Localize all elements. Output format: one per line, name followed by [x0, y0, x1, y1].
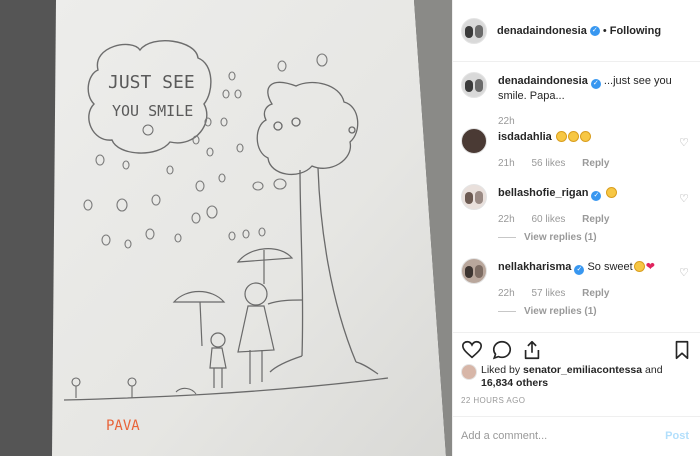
caption-time[interactable]: 22h: [498, 116, 515, 127]
comment-time[interactable]: 21h: [498, 158, 515, 169]
post-comment-button[interactable]: Post: [665, 430, 689, 442]
caption-username[interactable]: denadaindonesia: [498, 75, 588, 87]
likes-mid: and: [642, 364, 663, 376]
comment-body: bellashofie_rigan ✓: [498, 186, 678, 201]
reply-button[interactable]: Reply: [582, 288, 609, 299]
comment-like-heart-icon[interactable]: ♡: [679, 268, 689, 279]
comment-meta: 22h 60 likes Reply: [498, 214, 623, 225]
caption-body: denadaindonesia ✓ ...just see you smile. …: [498, 74, 678, 103]
comment-like-heart-icon[interactable]: ♡: [679, 194, 689, 205]
commenter-username[interactable]: nellakharisma: [498, 261, 571, 273]
separator-dot: •: [602, 24, 607, 37]
comment-row: isdadahlia ♡ 21h 56 likes Reply: [461, 128, 695, 178]
post-timestamp[interactable]: 22 HOURS AGO: [461, 396, 525, 405]
view-replies-button[interactable]: View replies (1): [498, 232, 597, 243]
commenter-username[interactable]: bellashofie_rigan: [498, 187, 588, 199]
view-replies-label[interactable]: View replies (1): [524, 306, 597, 317]
comment-time[interactable]: 22h: [498, 214, 515, 225]
comment-time[interactable]: 22h: [498, 288, 515, 299]
verified-badge-icon: ✓: [591, 191, 602, 201]
frowning-emoji-icon: [605, 187, 617, 198]
add-comment-bar: Add a comment... Post: [453, 416, 700, 456]
replies-line: [498, 311, 516, 312]
view-replies-label[interactable]: View replies (1): [524, 232, 597, 243]
verified-badge-icon: ✓: [574, 265, 585, 275]
verified-badge-icon: ✓: [589, 25, 600, 36]
post-side-panel: denadaindonesia ✓ • Following denadaindo…: [452, 0, 700, 456]
follow-button[interactable]: Following: [610, 25, 661, 37]
add-comment-input[interactable]: Add a comment...: [461, 430, 547, 442]
comment-like-heart-icon[interactable]: ♡: [679, 138, 689, 149]
commenter-avatar[interactable]: [461, 128, 487, 154]
post-header: denadaindonesia ✓ • Following: [453, 0, 700, 62]
author-avatar[interactable]: [461, 17, 487, 44]
likes-prefix: Liked by: [481, 364, 524, 376]
child-drawing-image: JUST SEE YOU SMILE PAVA: [0, 0, 452, 456]
heart-emoji-icon: ❤: [645, 261, 655, 273]
grinning-emoji-icon: [579, 131, 591, 142]
reply-button[interactable]: Reply: [582, 158, 609, 169]
drawing-signature: PAVA: [106, 418, 140, 434]
post-photo[interactable]: JUST SEE YOU SMILE PAVA: [0, 0, 452, 456]
grinning-emoji-icon: [555, 131, 567, 142]
comment-likes[interactable]: 56 likes: [531, 158, 565, 169]
drawing-text-line1: JUST SEE: [108, 72, 195, 93]
likes-count[interactable]: 16,834 others: [481, 377, 548, 389]
liker-username[interactable]: senator_emiliacontessa: [523, 364, 642, 376]
post-actions-bar: [453, 332, 700, 362]
share-icon[interactable]: [521, 339, 543, 361]
likes-summary[interactable]: Liked by senator_emiliacontessa and 16,8…: [461, 364, 695, 390]
comment-meta: 22h 57 likes Reply: [498, 288, 623, 299]
instagram-post-window: JUST SEE YOU SMILE PAVA denadaindonesia …: [0, 0, 700, 456]
liker-avatar[interactable]: [461, 364, 477, 380]
commenter-username[interactable]: isdadahlia: [498, 131, 552, 143]
verified-badge-icon: ✓: [590, 79, 601, 89]
comment-body: nellakharisma ✓ So sweet ❤: [498, 260, 678, 275]
heart-icon[interactable]: [461, 339, 483, 361]
comment-row: nellakharisma ✓ So sweet ❤ ♡ 22h 57 likes …: [461, 258, 695, 320]
commenter-avatar[interactable]: [461, 258, 487, 284]
comment-body: isdadahlia: [498, 130, 678, 144]
comment-meta: 21h 56 likes Reply: [498, 158, 623, 169]
drawing-text-line2: YOU SMILE: [112, 102, 193, 120]
caption-meta: 22h: [498, 116, 529, 127]
comment-row: bellashofie_rigan ✓ ♡ 22h 60 likes Reply …: [461, 184, 695, 246]
comment-likes[interactable]: 60 likes: [531, 214, 565, 225]
comment-text: So sweet: [587, 261, 633, 273]
smiling-emoji-icon: [633, 261, 645, 272]
view-replies-button[interactable]: View replies (1): [498, 306, 597, 317]
bookmark-icon[interactable]: [671, 339, 693, 361]
comment-likes[interactable]: 57 likes: [531, 288, 565, 299]
caption-row: denadaindonesia ✓ ...just see you smile. …: [461, 72, 695, 130]
author-username[interactable]: denadaindonesia: [497, 25, 587, 37]
reply-button[interactable]: Reply: [582, 214, 609, 225]
comments-list[interactable]: denadaindonesia ✓ ...just see you smile. …: [453, 62, 700, 332]
commenter-avatar[interactable]: [461, 184, 487, 210]
grinning-emoji-icon: [567, 131, 579, 142]
replies-line: [498, 237, 516, 238]
caption-avatar[interactable]: [461, 72, 487, 98]
comment-icon[interactable]: [491, 339, 513, 361]
